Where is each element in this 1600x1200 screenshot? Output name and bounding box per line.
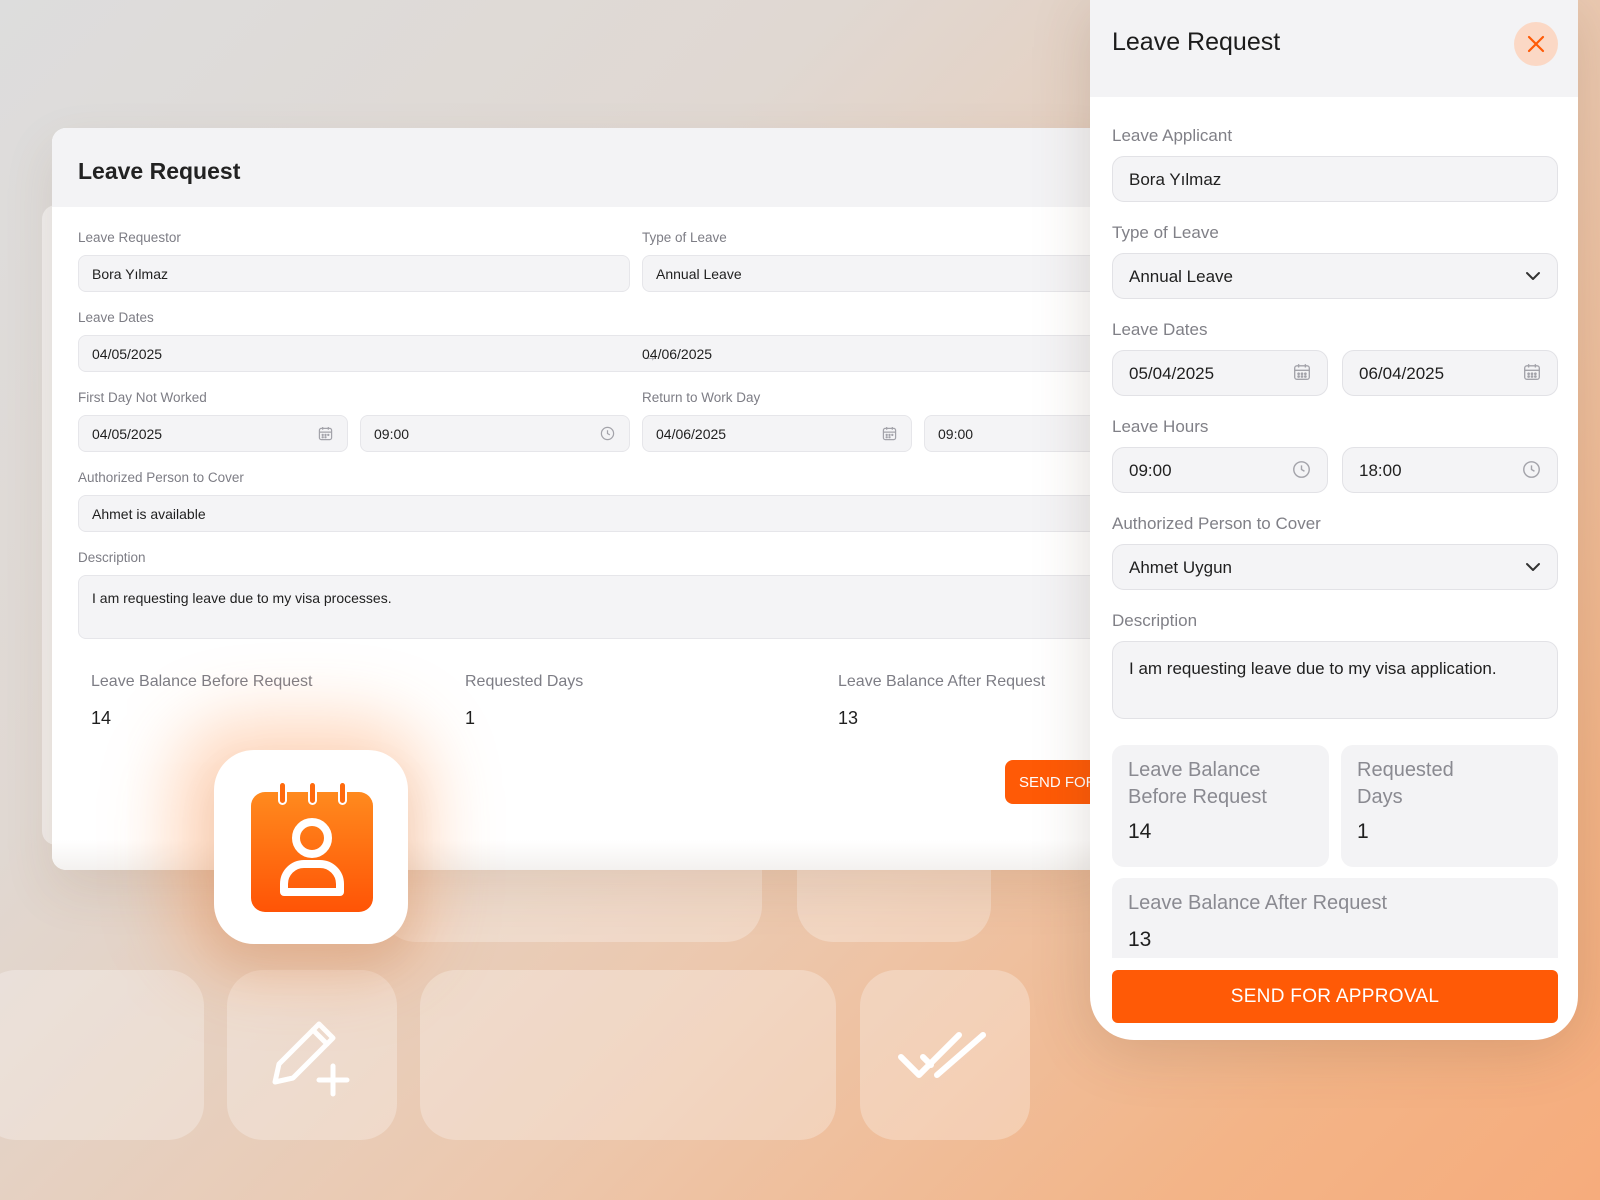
description-textarea[interactable]: I am requesting leave due to my visa app…	[1112, 641, 1558, 719]
page-title: Leave Request	[78, 158, 241, 184]
first-day-time-value: 09:00	[374, 426, 410, 442]
balance-after-card: Leave Balance After Request 13	[1112, 878, 1558, 958]
balance-before-value: 14	[1128, 820, 1152, 843]
cover-person-value: Ahmet is available	[92, 506, 206, 522]
hour-start-field[interactable]: 09:00	[1112, 447, 1328, 493]
app-icon	[214, 750, 408, 944]
requestor-label: Leave Requestor	[78, 230, 181, 245]
leave-request-window: Leave Request Leave Requestor Bora Yılma…	[52, 128, 1112, 870]
requestor-value: Bora Yılmaz	[92, 266, 168, 282]
calendar-icon	[318, 426, 333, 444]
cover-person-value: Ahmet Uygun	[1129, 558, 1232, 577]
cover-person-label: Authorized Person to Cover	[78, 470, 244, 485]
balance-before-label: Leave Balance Before Request	[1128, 759, 1267, 808]
first-day-date-value: 04/05/2025	[92, 426, 163, 442]
calendar-icon	[1523, 363, 1541, 386]
applicant-field[interactable]: Bora Yılmaz	[1112, 156, 1558, 202]
hour-end-field[interactable]: 18:00	[1342, 447, 1558, 493]
clock-icon	[600, 426, 615, 444]
applicant-label: Leave Applicant	[1112, 126, 1233, 145]
calendar-icon	[882, 426, 897, 444]
background-tile	[420, 970, 836, 1140]
date-start-value: 04/05/2025	[92, 346, 163, 362]
description-value: I am requesting leave due to my visa pro…	[92, 590, 392, 606]
done-tile	[860, 970, 1030, 1140]
date-start-value: 05/04/2025	[1129, 364, 1215, 383]
requested-days-label: Requested Days	[1357, 759, 1454, 808]
leave-dates-label: Leave Dates	[1112, 320, 1208, 339]
send-for-approval-button[interactable]: SEND FOR APPROVAL	[1112, 970, 1558, 1023]
balance-before-label: Leave Balance Before Request	[91, 673, 313, 690]
leave-hours-label: Leave Hours	[1112, 417, 1209, 436]
panel-title: Leave Request	[1112, 28, 1281, 56]
calendar-icon	[1293, 363, 1311, 386]
type-of-leave-label: Type of Leave	[1112, 223, 1219, 242]
balance-after-value: 13	[1128, 928, 1152, 951]
hour-end-value: 18:00	[1359, 461, 1402, 480]
description-value: I am requesting leave due to my visa app…	[1129, 659, 1497, 678]
requested-days-label: Requested Days	[465, 673, 584, 690]
double-check-icon	[898, 1032, 986, 1078]
requested-days-value: 1	[1357, 820, 1369, 843]
return-day-label: Return to Work Day	[642, 390, 761, 405]
leave-dates-label: Leave Dates	[78, 310, 154, 325]
type-of-leave-label: Type of Leave	[642, 230, 727, 245]
balance-after-value: 13	[838, 708, 859, 728]
cover-person-select[interactable]: Ahmet Uygun	[1112, 544, 1558, 590]
date-end-field[interactable]: 06/04/2025	[1342, 350, 1558, 396]
type-of-leave-select[interactable]: Annual Leave	[1112, 253, 1558, 299]
window-header: Leave Request	[52, 128, 1112, 207]
requestor-field[interactable]: Bora Yılmaz	[78, 255, 630, 292]
background-tile	[0, 970, 204, 1140]
cover-person-label: Authorized Person to Cover	[1112, 514, 1321, 533]
balance-after-label: Leave Balance After Request	[838, 673, 1046, 690]
balance-before-card: Leave Balance Before Request 14	[1112, 745, 1329, 867]
return-date-field[interactable]: 04/06/2025	[642, 415, 912, 452]
requested-days-card: Requested Days 1	[1341, 745, 1558, 867]
requested-days-value: 1	[465, 708, 476, 728]
date-start-field[interactable]: 05/04/2025	[1112, 350, 1328, 396]
return-date-value: 04/06/2025	[656, 426, 727, 442]
first-day-date-field[interactable]: 04/05/2025	[78, 415, 348, 452]
applicant-value: Bora Yılmaz	[1129, 170, 1222, 189]
balance-before-value: 14	[91, 708, 112, 728]
clock-icon	[1522, 460, 1541, 484]
description-textarea[interactable]: I am requesting leave due to my visa pro…	[78, 575, 1112, 639]
first-day-label: First Day Not Worked	[78, 390, 207, 405]
balance-after-label: Leave Balance After Request	[1128, 892, 1388, 914]
calendar-person-icon	[251, 782, 373, 912]
date-end-value: 04/06/2025	[642, 346, 713, 362]
return-time-field[interactable]: 09:00	[924, 415, 1112, 452]
leave-dates-range-field[interactable]: 04/05/2025 → 04/06/2025	[78, 335, 1112, 372]
clock-icon	[1292, 460, 1311, 484]
type-of-leave-value: Annual Leave	[1129, 267, 1233, 286]
return-time-value: 09:00	[938, 426, 974, 442]
description-label: Description	[78, 550, 146, 565]
close-button[interactable]	[1514, 22, 1558, 66]
type-of-leave-field[interactable]: Annual Leave	[642, 255, 1112, 292]
type-of-leave-value: Annual Leave	[656, 266, 742, 282]
cover-person-field[interactable]: Ahmet is available	[78, 495, 1112, 532]
date-end-value: 06/04/2025	[1359, 364, 1445, 383]
description-label: Description	[1112, 611, 1198, 630]
pencil-plus-icon	[272, 1021, 350, 1097]
chevron-down-icon	[1525, 268, 1541, 289]
first-day-time-field[interactable]: 09:00	[360, 415, 630, 452]
window-footer	[52, 840, 1112, 870]
chevron-down-icon	[1525, 559, 1541, 580]
panel-header: Leave Request	[1090, 0, 1578, 97]
close-icon	[1527, 35, 1545, 53]
edit-tile	[227, 970, 397, 1140]
leave-request-panel: Leave Request Leave Applicant Bora Yılma…	[1090, 0, 1578, 1040]
hour-start-value: 09:00	[1129, 461, 1172, 480]
